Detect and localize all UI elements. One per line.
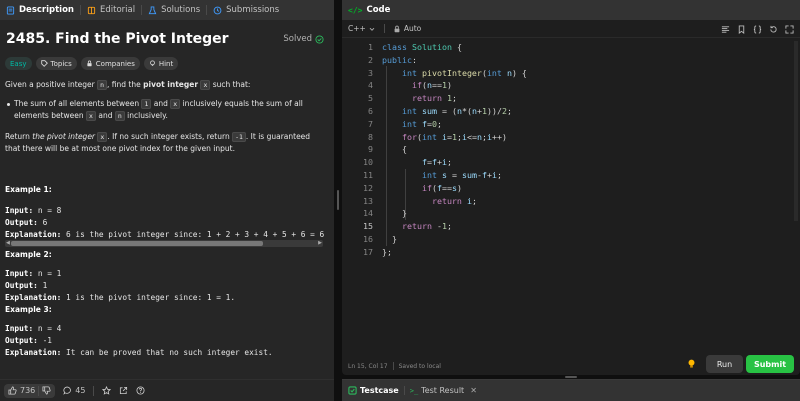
example-heading: Example 2: xyxy=(5,250,52,259)
resize-grip[interactable] xyxy=(565,376,577,378)
lightbulb-icon xyxy=(149,60,155,66)
problem-description: Given a positive integer n, find the piv… xyxy=(5,79,327,162)
code-panel: </> Code C++ Auto 1 class Solution { 2 pub… xyxy=(342,0,800,375)
title-row: 2485. Find the Pivot Integer Solved xyxy=(6,31,324,47)
close-icon[interactable]: ✕ xyxy=(470,386,477,395)
tab-editorial-label: Editorial xyxy=(99,5,136,15)
history-icon xyxy=(213,6,222,14)
list-item: The sum of all elements between 1 and x … xyxy=(7,98,327,123)
tab-test-result-label: Test Result xyxy=(421,386,465,395)
code-panel-header: </> Code xyxy=(342,0,800,20)
tab-solutions[interactable]: Solutions xyxy=(142,0,206,20)
thumbs-up-icon[interactable] xyxy=(8,386,17,395)
description-footer: 736 45 xyxy=(0,379,334,401)
tab-solutions-label: Solutions xyxy=(161,5,201,15)
scroll-left-arrow-icon[interactable]: ◀ xyxy=(6,240,10,247)
tag-icon xyxy=(40,60,48,67)
description-paragraph: Given a positive integer n, find the piv… xyxy=(5,80,251,90)
tab-submissions-label: Submissions xyxy=(226,5,280,15)
tab-testcase-label: Testcase xyxy=(360,386,399,395)
language-select[interactable]: C++ xyxy=(348,24,376,33)
tag-chips: Easy Topics Companies Hint xyxy=(5,57,179,70)
solved-badge: Solved xyxy=(283,34,324,44)
expand-icon[interactable] xyxy=(784,24,794,34)
like-count: 736 xyxy=(20,386,36,395)
document-icon xyxy=(6,5,15,15)
save-status: Saved to local xyxy=(398,362,441,370)
description-paragraph: Return the pivot integer x. If no such i… xyxy=(5,131,311,153)
braces-icon[interactable] xyxy=(752,24,762,34)
example-heading: Example 3: xyxy=(5,305,52,314)
condition-list: The sum of all elements between 1 and x … xyxy=(5,98,327,123)
companies-chip-label: Companies xyxy=(95,59,135,68)
horizontal-scrollbar[interactable]: ◀ ▶ xyxy=(5,240,323,247)
divider xyxy=(38,385,40,396)
description-panel: Description Editorial Solutions Submissi… xyxy=(0,0,334,401)
editor-actions xyxy=(720,24,794,34)
topics-chip[interactable]: Topics xyxy=(35,57,77,70)
book-icon xyxy=(87,6,96,14)
lock-icon xyxy=(87,60,92,67)
scrollbar-thumb[interactable] xyxy=(11,241,263,246)
like-dislike-group: 736 xyxy=(4,383,56,398)
example-code: Input: n = 8 Output: 6 Explanation: 6 is… xyxy=(5,206,325,239)
comments-button[interactable]: 45 xyxy=(63,386,85,395)
format-icon[interactable] xyxy=(720,24,730,34)
check-circle-icon xyxy=(315,34,324,44)
reset-icon[interactable] xyxy=(768,24,778,34)
lightbulb-icon[interactable] xyxy=(687,359,696,369)
tab-testcase[interactable]: Testcase xyxy=(348,386,399,395)
divider xyxy=(392,362,394,370)
code-editor[interactable]: 1 class Solution { 2 public: 3 int pivotIn… xyxy=(342,41,800,341)
share-icon[interactable] xyxy=(119,386,128,395)
editor-scrollbar[interactable] xyxy=(794,41,798,221)
console-tab-bar: Testcase >_ Test Result ✕ xyxy=(342,379,800,401)
code-panel-title: Code xyxy=(366,5,391,15)
companies-chip[interactable]: Companies xyxy=(80,57,140,70)
panel-resize-handle[interactable] xyxy=(334,0,342,401)
problem-title[interactable]: 2485. Find the Pivot Integer xyxy=(6,31,229,47)
editor-status: Ln 15, Col 17 Saved to local xyxy=(348,362,441,370)
divider xyxy=(383,24,385,33)
run-button[interactable]: Run xyxy=(706,355,743,373)
scroll-right-arrow-icon[interactable]: ▶ xyxy=(318,240,322,247)
resize-grip[interactable] xyxy=(337,190,339,210)
tab-submissions[interactable]: Submissions xyxy=(207,0,285,20)
tab-editorial[interactable]: Editorial xyxy=(81,0,141,20)
difficulty-badge: Easy xyxy=(5,57,32,70)
code-icon: </> xyxy=(348,5,363,15)
divider xyxy=(93,385,95,396)
bookmark-icon[interactable] xyxy=(736,24,746,34)
comment-icon xyxy=(63,386,72,395)
editor-toolbar: C++ Auto xyxy=(342,20,800,38)
example-block: Input: n = 8 Output: 6 Explanation: 6 is… xyxy=(0,205,326,240)
flask-icon xyxy=(148,5,157,14)
chevron-down-icon xyxy=(369,27,375,31)
language-label: C++ xyxy=(348,24,366,33)
tab-description-label: Description xyxy=(19,5,74,15)
solved-label: Solved xyxy=(283,34,312,44)
left-tab-bar: Description Editorial Solutions Submissi… xyxy=(0,0,334,20)
auto-mode-toggle[interactable]: Auto xyxy=(393,24,421,33)
hint-chip[interactable]: Hint xyxy=(143,57,179,70)
auto-mode-label: Auto xyxy=(403,24,422,33)
help-icon[interactable] xyxy=(136,386,145,395)
hint-chip-label: Hint xyxy=(158,59,174,68)
star-icon[interactable] xyxy=(102,386,112,395)
thumbs-down-icon[interactable] xyxy=(42,386,51,395)
example-heading: Example 1: xyxy=(5,185,52,194)
checkbox-icon xyxy=(348,386,357,395)
comment-count: 45 xyxy=(75,386,86,395)
lock-icon xyxy=(394,25,400,32)
tab-description[interactable]: Description xyxy=(0,0,80,20)
submit-button[interactable]: Submit xyxy=(746,355,794,373)
topics-chip-label: Topics xyxy=(50,59,72,68)
example-code: Input: n = 1 Output: 1 Explanation: 1 is… xyxy=(5,269,236,302)
terminal-icon: >_ xyxy=(409,386,419,395)
example-code: Input: n = 4 Output: -1 Explanation: It … xyxy=(5,324,273,357)
tab-test-result[interactable]: >_ Test Result ✕ xyxy=(410,386,477,395)
divider xyxy=(403,386,405,395)
cursor-position: Ln 15, Col 17 xyxy=(348,362,388,370)
